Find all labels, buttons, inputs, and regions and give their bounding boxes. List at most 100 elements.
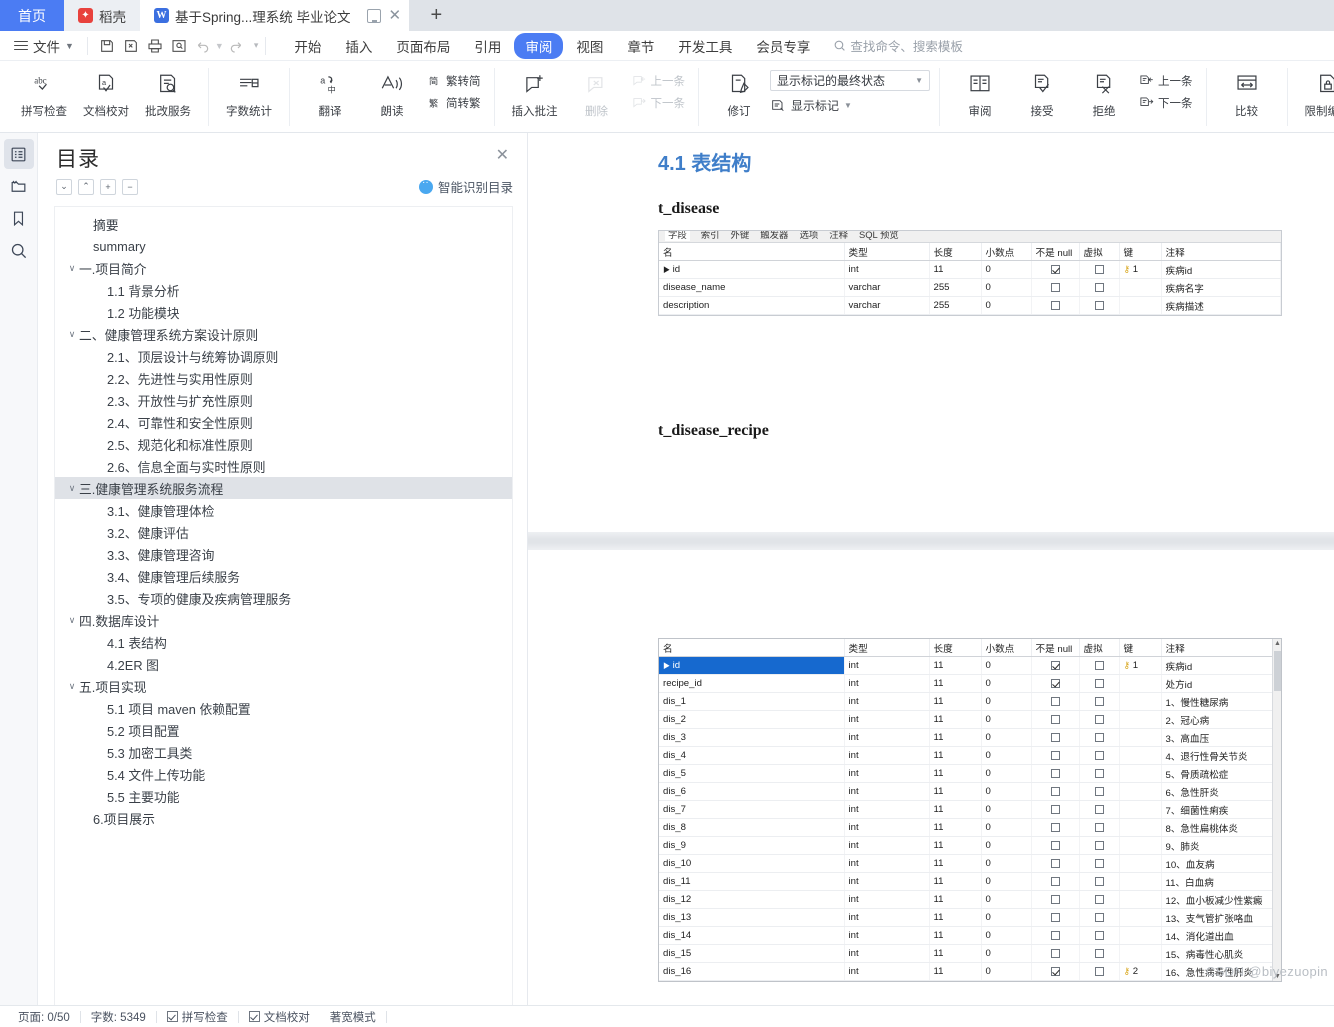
checkbox-icon[interactable] (1050, 912, 1060, 922)
toc-item[interactable]: 2.1、顶层设计与统筹协调原则 (55, 345, 512, 367)
db-cell-notnull[interactable] (1031, 800, 1080, 819)
db-cell-key[interactable] (1119, 890, 1162, 909)
previous-change-button[interactable]: 上一条 (1135, 71, 1197, 91)
toc-expand-all-button[interactable]: + (100, 178, 116, 195)
checkbox-icon[interactable] (1050, 264, 1060, 274)
checkbox-icon[interactable] (1050, 804, 1060, 814)
db-cell-type[interactable]: int (844, 908, 930, 927)
checkbox-icon[interactable] (1094, 822, 1104, 832)
db-cell-comment[interactable]: 8、急性扁桃体炎 (1161, 818, 1281, 837)
db-cell-length[interactable]: 11 (929, 944, 982, 963)
monitor-icon[interactable] (366, 8, 381, 23)
smart-toc-button[interactable]: 智能识别目录 (418, 177, 513, 196)
checkbox-icon[interactable] (1094, 768, 1104, 778)
db-cell-name[interactable]: dis_1 (659, 692, 845, 711)
toc-item[interactable]: 2.5、规范化和标准性原则 (55, 433, 512, 455)
table-row[interactable]: dis_7 int 11 0 7、细菌性痢疾 (659, 800, 1281, 819)
next-comment-button[interactable]: 下一条 (628, 93, 690, 113)
next-change-button[interactable]: 下一条 (1135, 93, 1197, 113)
checkbox-icon[interactable] (1094, 804, 1104, 814)
toc-item[interactable]: 5.1 项目 maven 依赖配置 (55, 697, 512, 719)
save-as-icon[interactable] (119, 35, 143, 57)
db-cell-name[interactable]: disease_name (659, 278, 845, 297)
checkbox-icon[interactable] (1094, 660, 1104, 670)
db-tab-fields[interactable]: 字段 (665, 231, 690, 241)
scroll-up-arrow-icon[interactable]: ▲ (1274, 640, 1281, 647)
print-preview-icon[interactable] (167, 35, 191, 57)
table-row[interactable]: description varchar 255 0 疾病描述 (659, 296, 1281, 315)
db-tab-sql-preview[interactable]: SQL 预览 (859, 231, 899, 241)
delete-comment-button[interactable]: 删除 (566, 64, 628, 119)
tab-member-exclusive[interactable]: 会员专享 (745, 33, 821, 59)
toc-item[interactable]: 4.1 表结构 (55, 631, 512, 653)
db-cell-type[interactable]: int (844, 746, 930, 765)
db-cell-notnull[interactable] (1031, 854, 1080, 873)
db-cell-notnull[interactable] (1031, 278, 1080, 297)
toc-item[interactable]: 1.1 背景分析 (55, 279, 512, 301)
toc-item[interactable]: ∨ 一.项目简介 (55, 257, 512, 279)
toc-item[interactable]: 3.1、健康管理体检 (55, 499, 512, 521)
db-cell-notnull[interactable] (1031, 926, 1080, 945)
status-word-count[interactable]: 字数: 5349 (81, 1009, 156, 1025)
db-column-header[interactable]: 小数点 (981, 243, 1032, 261)
db-cell-key[interactable]: ⚷ 1 (1119, 260, 1162, 279)
db-cell-decimals[interactable]: 0 (981, 782, 1032, 801)
compare-button[interactable]: 比较 (1216, 64, 1278, 119)
db-column-header[interactable]: 类型 (844, 243, 930, 261)
db-cell-name[interactable]: dis_12 (659, 890, 845, 909)
db-cell-name[interactable]: dis_9 (659, 836, 845, 855)
checkbox-icon[interactable] (1050, 840, 1060, 850)
db-cell-length[interactable]: 255 (929, 278, 982, 297)
db-cell-name[interactable]: ▶ id (659, 260, 845, 279)
table-row[interactable]: disease_name varchar 255 0 疾病名字 (659, 278, 1281, 297)
checkbox-icon[interactable] (1094, 840, 1104, 850)
traditional-to-simplified-button[interactable]: 简 繁转简 (423, 71, 485, 91)
db-cell-notnull[interactable] (1031, 944, 1080, 963)
db-cell-decimals[interactable]: 0 (981, 260, 1032, 279)
db-cell-comment[interactable]: 5、骨质疏松症 (1161, 764, 1281, 783)
status-mode[interactable]: 著宽模式 (320, 1009, 386, 1025)
toc-item[interactable]: 3.4、健康管理后续服务 (55, 565, 512, 587)
db-cell-type[interactable]: int (844, 800, 930, 819)
db-cell-virtual[interactable] (1079, 278, 1120, 297)
db-cell-key[interactable] (1119, 854, 1162, 873)
db-cell-virtual[interactable] (1079, 818, 1120, 837)
db-cell-type[interactable]: int (844, 926, 930, 945)
db-cell-name[interactable]: dis_16 (659, 962, 845, 981)
table-row[interactable]: dis_16 int 11 0 ⚷ 2 16、急性病毒性肝炎 (659, 962, 1281, 981)
db-cell-comment[interactable]: 1、慢性糖尿病 (1161, 692, 1281, 711)
db-cell-length[interactable]: 11 (929, 818, 982, 837)
tab-insert[interactable]: 插入 (334, 33, 383, 59)
db-cell-length[interactable]: 11 (929, 782, 982, 801)
tab-start[interactable]: 开始 (283, 33, 332, 59)
db-cell-virtual[interactable] (1079, 746, 1120, 765)
db-cell-decimals[interactable]: 0 (981, 710, 1032, 729)
toc-item[interactable]: 3.2、健康评估 (55, 521, 512, 543)
toc-item[interactable]: 5.3 加密工具类 (55, 741, 512, 763)
db-cell-notnull[interactable] (1031, 890, 1080, 909)
table-row[interactable]: dis_11 int 11 0 11、白血病 (659, 872, 1281, 891)
checkbox-icon[interactable] (1094, 930, 1104, 940)
db-column-header[interactable]: 长度 (929, 639, 982, 657)
db-cell-length[interactable]: 11 (929, 710, 982, 729)
db-cell-notnull[interactable] (1031, 782, 1080, 801)
db-cell-key[interactable] (1119, 710, 1162, 729)
table-row[interactable]: dis_8 int 11 0 8、急性扁桃体炎 (659, 818, 1281, 837)
db-cell-type[interactable]: int (844, 818, 930, 837)
db-cell-key[interactable] (1119, 746, 1162, 765)
db-cell-name[interactable]: dis_11 (659, 872, 845, 891)
db-cell-notnull[interactable] (1031, 908, 1080, 927)
db-cell-type[interactable]: int (844, 962, 930, 981)
db-cell-key[interactable] (1119, 296, 1162, 315)
db-cell-name[interactable]: dis_6 (659, 782, 845, 801)
toc-item[interactable]: 3.3、健康管理咨询 (55, 543, 512, 565)
table-row[interactable]: dis_6 int 11 0 6、急性肝炎 (659, 782, 1281, 801)
toc-collapse-all-button[interactable]: − (122, 178, 138, 195)
db-cell-type[interactable]: int (844, 764, 930, 783)
db-cell-type[interactable]: int (844, 656, 930, 675)
db-tab-comment[interactable]: 注释 (829, 231, 848, 241)
toc-close-button[interactable]: ✕ (492, 143, 513, 167)
db-cell-type[interactable]: int (844, 728, 930, 747)
db-cell-virtual[interactable] (1079, 962, 1120, 981)
db-cell-key[interactable] (1119, 800, 1162, 819)
